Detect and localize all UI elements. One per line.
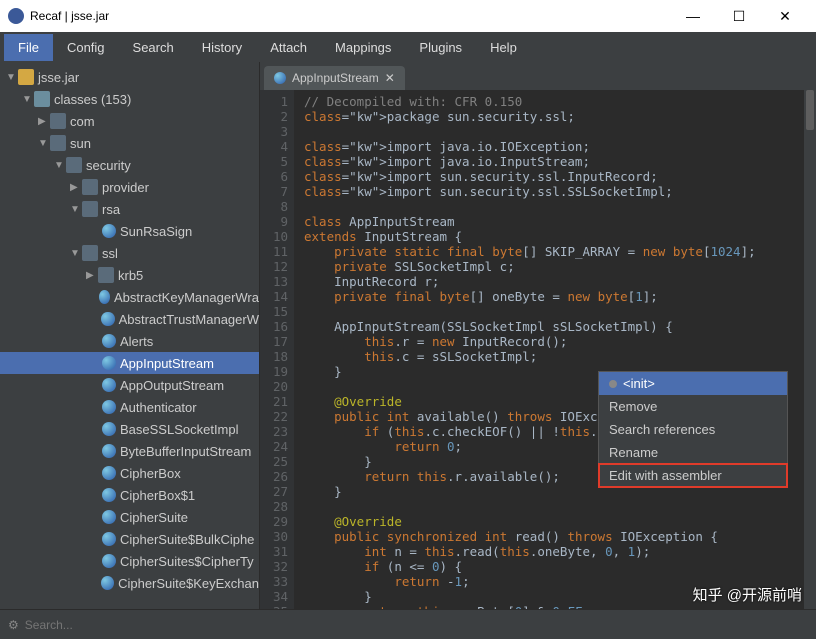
menu-mappings[interactable]: Mappings <box>321 34 405 61</box>
tree-cls-item[interactable]: CipherSuite <box>0 506 259 528</box>
class-icon <box>99 290 110 304</box>
class-icon <box>102 444 116 458</box>
code-content[interactable]: // Decompiled with: CFR 0.150class="kw">… <box>294 90 816 609</box>
class-icon <box>102 224 116 238</box>
watermark: 知乎 @开源前哨 <box>693 584 802 605</box>
menu-help[interactable]: Help <box>476 34 531 61</box>
tree-cls-item[interactable]: Alerts <box>0 330 259 352</box>
file-tree[interactable]: ▼jsse.jar ▼classes (153) ▶com ▼sun ▼secu… <box>0 62 259 609</box>
menu-config[interactable]: Config <box>53 34 119 61</box>
editor-vscroll[interactable] <box>804 90 816 609</box>
gutter: 1234567891011121314151617181920212223242… <box>260 90 294 609</box>
menu-plugins[interactable]: Plugins <box>405 34 476 61</box>
tree-pkg-rsa[interactable]: ▼rsa <box>0 198 259 220</box>
app-icon <box>8 8 24 24</box>
package-icon <box>82 201 98 217</box>
class-icon <box>101 312 114 326</box>
menu-history[interactable]: History <box>188 34 256 61</box>
class-icon <box>101 576 114 590</box>
class-icon <box>102 356 116 370</box>
class-icon <box>102 532 116 546</box>
tree-pkg-sun[interactable]: ▼sun <box>0 132 259 154</box>
tabbar: AppInputStream ✕ <box>260 62 816 90</box>
class-icon <box>102 334 116 348</box>
close-button[interactable]: ✕ <box>762 0 808 32</box>
tree-pkg-com[interactable]: ▶com <box>0 110 259 132</box>
menu-attach[interactable]: Attach <box>256 34 321 61</box>
tree-cls-sunrsasign[interactable]: SunRsaSign <box>0 220 259 242</box>
class-icon <box>102 554 116 568</box>
jar-icon <box>18 69 34 85</box>
tree-cls-item[interactable]: Authenticator <box>0 396 259 418</box>
tree-pkg-ssl[interactable]: ▼ssl <box>0 242 259 264</box>
package-icon <box>82 179 98 195</box>
package-icon <box>98 267 114 283</box>
tree-cls-item[interactable]: ByteBufferInputStream <box>0 440 259 462</box>
maximize-button[interactable]: ☐ <box>716 0 762 32</box>
editor: AppInputStream ✕ 12345678910111213141516… <box>260 62 816 609</box>
close-icon[interactable]: ✕ <box>385 71 395 85</box>
searchbar: ⚙ <box>0 609 816 639</box>
class-icon <box>102 422 116 436</box>
class-icon <box>102 488 116 502</box>
class-icon <box>102 466 116 480</box>
tree-cls-item[interactable]: CipherSuite$BulkCiphe <box>0 528 259 550</box>
package-icon <box>66 157 82 173</box>
tree-cls-item[interactable]: AbstractKeyManagerWra <box>0 286 259 308</box>
minimize-button[interactable]: — <box>670 0 716 32</box>
tree-cls-item[interactable]: BaseSSLSocketImpl <box>0 418 259 440</box>
tree-classes[interactable]: ▼classes (153) <box>0 88 259 110</box>
tree-cls-item[interactable]: AppOutputStream <box>0 374 259 396</box>
tree-pkg-krb5[interactable]: ▶krb5 <box>0 264 259 286</box>
ctx-init[interactable]: <init> <box>599 372 787 395</box>
tab-appinputstream[interactable]: AppInputStream ✕ <box>264 66 405 90</box>
gear-icon[interactable]: ⚙ <box>8 618 19 632</box>
class-icon <box>274 72 286 84</box>
method-icon <box>609 380 617 388</box>
tree-root[interactable]: ▼jsse.jar <box>0 66 259 88</box>
ctx-edit-assembler[interactable]: Edit with assembler <box>599 464 787 487</box>
class-icon <box>102 378 116 392</box>
package-icon <box>50 113 66 129</box>
tree-cls-item[interactable]: AbstractTrustManagerW <box>0 308 259 330</box>
class-icon <box>102 510 116 524</box>
window-title: Recaf | jsse.jar <box>30 9 670 23</box>
menu-file[interactable]: File <box>4 34 53 61</box>
tree-cls-item[interactable]: CipherBox$1 <box>0 484 259 506</box>
tree-cls-item[interactable]: AppInputStream <box>0 352 259 374</box>
tree-pkg-security[interactable]: ▼security <box>0 154 259 176</box>
tree-cls-item[interactable]: CipherSuites$CipherTy <box>0 550 259 572</box>
context-menu: <init> Remove Search references Rename E… <box>598 371 788 488</box>
folder-icon <box>34 91 50 107</box>
ctx-search-refs[interactable]: Search references <box>599 418 787 441</box>
package-icon <box>82 245 98 261</box>
ctx-rename[interactable]: Rename <box>599 441 787 464</box>
package-icon <box>50 135 66 151</box>
menu-search[interactable]: Search <box>119 34 188 61</box>
ctx-remove[interactable]: Remove <box>599 395 787 418</box>
class-icon <box>102 400 116 414</box>
code-area[interactable]: 1234567891011121314151617181920212223242… <box>260 90 816 609</box>
tree-cls-item[interactable]: CipherSuite$KeyExchan <box>0 572 259 594</box>
titlebar[interactable]: Recaf | jsse.jar — ☐ ✕ <box>0 0 816 32</box>
tree-cls-item[interactable]: CipherBox <box>0 462 259 484</box>
sidebar: ▼jsse.jar ▼classes (153) ▶com ▼sun ▼secu… <box>0 62 260 609</box>
search-input[interactable] <box>25 618 808 632</box>
menubar: File Config Search History Attach Mappin… <box>0 32 816 62</box>
tree-pkg-provider[interactable]: ▶provider <box>0 176 259 198</box>
